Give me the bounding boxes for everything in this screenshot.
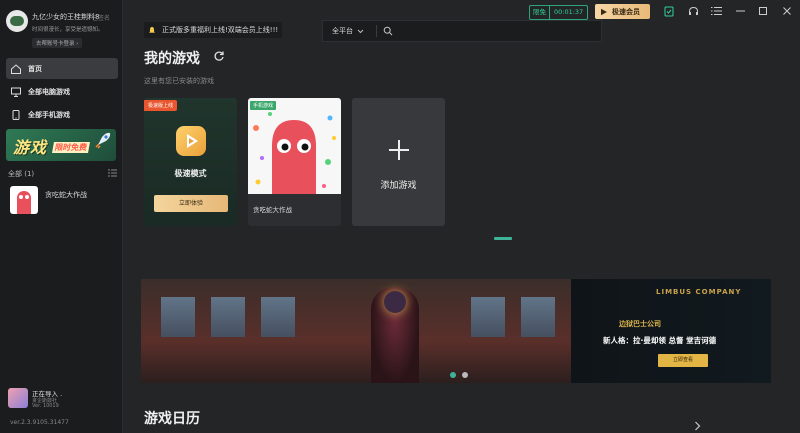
- nav-item-label: 全部电脑游戏: [28, 87, 70, 96]
- search-divider: [376, 25, 377, 37]
- avatar[interactable]: [6, 10, 28, 32]
- card-tag: 极速版上线: [144, 100, 178, 111]
- user-profile[interactable]: 九亿少女的王桂荆料8 已签名 时间很漫长，享受是遗憾知。 去帮账号卡登录 ›: [6, 10, 120, 50]
- card-title: 极速模式: [174, 169, 207, 178]
- try-now-button[interactable]: 立即体验: [154, 195, 228, 212]
- monitor-icon: [11, 87, 21, 97]
- import-status: 正在导入 . 贪企斯敲社 Ver. 10019: [8, 388, 118, 410]
- import-thumbnail: [8, 388, 28, 408]
- nav-item-home[interactable]: 首页: [6, 58, 118, 79]
- play-icon: [601, 8, 607, 15]
- notice-bar[interactable]: 正式版多重福利上线!双端会员上线!!!: [144, 22, 282, 38]
- nav-item-label: 首页: [28, 64, 42, 73]
- chevron-right-icon[interactable]: [694, 421, 701, 431]
- home-icon: [11, 63, 21, 74]
- promo-highlight: 限时免费: [52, 142, 90, 153]
- free-label: 限免: [530, 6, 550, 19]
- vip-label: 极速会员: [612, 7, 640, 16]
- phone-icon: [12, 109, 20, 120]
- page-title: 我的游戏: [144, 51, 200, 67]
- turbo-logo-icon: [176, 126, 206, 156]
- view-now-button[interactable]: 立即查看: [658, 354, 708, 367]
- promo-title: 游戏: [13, 138, 48, 157]
- platform-select[interactable]: 全平台: [332, 26, 376, 36]
- app-version: ver.2.3.9105.31477: [10, 419, 69, 426]
- library-header: 全部 (1): [8, 170, 35, 178]
- nav-item-label: 全部手机游戏: [28, 110, 70, 119]
- banner-logo: LIMBUS COMPANY: [656, 288, 742, 296]
- user-signature: 时间很漫长，享受是遗憾知。: [32, 27, 104, 33]
- checkin-icon[interactable]: [664, 6, 674, 17]
- banner-artwork: [141, 279, 571, 383]
- banner-tagline: 新人格：拉·曼却领 总督 堂吉诃德: [603, 336, 717, 345]
- carousel-dot[interactable]: [450, 372, 456, 378]
- promo-carousel[interactable]: LIMBUS COMPANY 边狱巴士公司 新人格：拉·曼却领 总督 堂吉诃德 …: [141, 279, 771, 383]
- minimize-icon[interactable]: [735, 6, 746, 16]
- vip-button[interactable]: 极速会员: [595, 4, 650, 19]
- platform-label: 全平台: [332, 27, 353, 35]
- carousel-dot[interactable]: [462, 372, 468, 378]
- rocket-icon: [95, 132, 111, 149]
- maximize-icon[interactable]: [758, 6, 768, 16]
- add-game-card[interactable]: 添加游戏: [352, 98, 445, 226]
- user-status: 已签名: [92, 15, 111, 22]
- nav-item-mobile-games[interactable]: 全部手机游戏: [6, 104, 118, 125]
- free-timer[interactable]: 限免 00:01:37: [529, 5, 589, 20]
- game-thumbnail: [10, 186, 38, 214]
- card-title: 贪吃蛇大作战: [253, 206, 292, 214]
- banner-company: 边狱巴士公司: [619, 320, 661, 328]
- list-view-icon[interactable]: [108, 169, 117, 177]
- nav-item-pc-games[interactable]: 全部电脑游戏: [6, 81, 118, 102]
- search-bar: 全平台: [322, 20, 602, 42]
- card-title: 添加游戏: [380, 181, 417, 191]
- carousel-indicator[interactable]: [494, 237, 512, 240]
- notice-text: 正式版多重福利上线!双端会员上线!!!: [162, 26, 279, 34]
- bell-icon: [149, 27, 155, 33]
- close-icon[interactable]: [782, 6, 792, 16]
- game-cover: 手机游戏: [248, 98, 341, 194]
- game-card-snake[interactable]: 手机游戏 贪吃蛇大作战: [248, 98, 341, 226]
- game-card-turbo-mode[interactable]: 极速版上线 极速模式 立即体验: [144, 98, 237, 226]
- list-item[interactable]: 贪吃蛇大作战: [10, 186, 120, 214]
- game-name: 贪吃蛇大作战: [45, 191, 87, 199]
- chevron-down-icon: [357, 29, 364, 33]
- search-input[interactable]: [393, 26, 601, 36]
- page-subtitle: 这里有您已安装的游戏: [144, 77, 214, 85]
- menu-icon[interactable]: [711, 6, 722, 16]
- login-link[interactable]: 去帮账号卡登录 ›: [32, 38, 83, 48]
- search-icon[interactable]: [383, 26, 393, 36]
- section-title-calendar: 游戏日历: [144, 411, 200, 427]
- refresh-icon[interactable]: [213, 50, 225, 62]
- user-name: 九亿少女的王桂荆料8: [32, 13, 100, 21]
- card-tag: 手机游戏: [250, 101, 277, 110]
- sidebar: 九亿少女的王桂荆料8 已签名 时间很漫长，享受是遗憾知。 去帮账号卡登录 › 首…: [0, 0, 123, 433]
- promo-banner[interactable]: 游戏 限时免费: [6, 129, 116, 161]
- import-version: Ver. 10019: [32, 403, 59, 409]
- free-timer-value: 00:01:37: [554, 8, 584, 16]
- plus-icon: [389, 140, 409, 160]
- headset-icon[interactable]: [688, 6, 699, 17]
